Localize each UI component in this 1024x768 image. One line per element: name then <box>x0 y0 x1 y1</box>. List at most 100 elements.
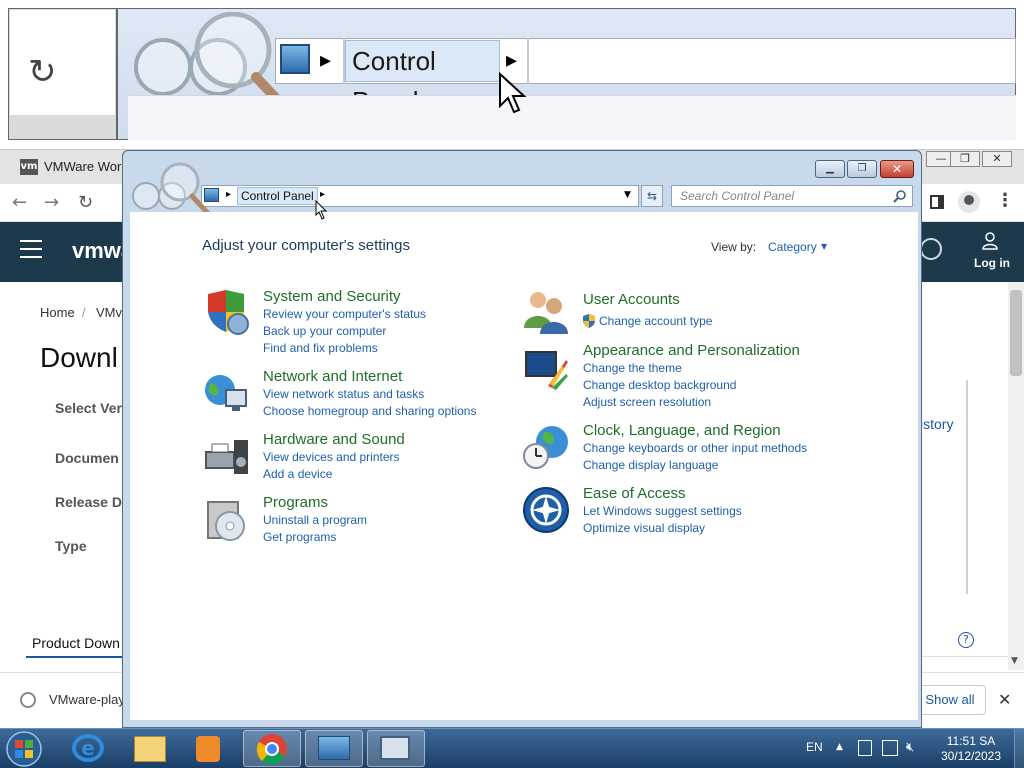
category-programs[interactable]: Programs <box>263 494 328 511</box>
show-all-button[interactable]: Show all <box>914 685 986 715</box>
shield-icon <box>208 290 249 335</box>
category-ease-of-access[interactable]: Ease of Access <box>583 485 686 502</box>
clock-globe-icon <box>523 426 568 469</box>
history-link[interactable]: istory <box>920 416 953 432</box>
network-icon[interactable] <box>882 740 898 756</box>
search-input[interactable]: Search Control Panel <box>671 185 913 207</box>
chevron-down-icon[interactable]: ▼ <box>624 190 631 200</box>
category-user-accounts[interactable]: User Accounts <box>583 291 680 308</box>
help-icon[interactable]: ? <box>958 632 974 648</box>
link-suggest-settings[interactable]: Let Windows suggest settings <box>583 504 742 518</box>
category-clock-language-region[interactable]: Clock, Language, and Region <box>583 422 781 439</box>
search-icon[interactable] <box>893 189 907 203</box>
link-devices-printers[interactable]: View devices and printers <box>263 450 400 464</box>
clock-date: 30/12/2023 <box>940 749 1002 763</box>
clock-time: 11:51 SA <box>946 734 996 748</box>
link-find-fix[interactable]: Find and fix problems <box>263 341 378 355</box>
printer-speaker-icon <box>205 440 248 474</box>
browser-menu-icon[interactable]: ⋮ <box>996 190 1014 211</box>
uac-shield-icon <box>583 314 595 328</box>
link-keyboards[interactable]: Change keyboards or other input methods <box>583 441 807 455</box>
installer-file-icon <box>20 692 36 708</box>
view-by-dropdown[interactable]: Category <box>768 240 817 254</box>
side-panel-icon[interactable] <box>930 195 944 209</box>
link-desktop-background[interactable]: Change desktop background <box>583 378 736 392</box>
link-uninstall[interactable]: Uninstall a program <box>263 513 367 527</box>
divider <box>966 380 968 594</box>
browser-close-button[interactable]: ✕ <box>982 151 1012 167</box>
breadcrumb-home[interactable]: Home <box>40 305 75 320</box>
start-button-icon[interactable] <box>4 731 44 767</box>
magnifier-browser-area <box>10 10 115 115</box>
chevron-down-icon[interactable]: ▼ <box>821 242 827 251</box>
field-label: Type <box>55 538 87 554</box>
profile-icon <box>964 195 974 205</box>
tab-underline <box>26 656 122 658</box>
browser-maximize-button[interactable]: ❐ <box>950 151 980 167</box>
folder-icon <box>134 736 166 762</box>
chrome-icon <box>256 734 287 765</box>
download-item[interactable]: VMware-play <box>49 692 125 707</box>
reload-icon: ↻ <box>28 52 57 92</box>
link-network-status[interactable]: View network status and tasks <box>263 387 424 401</box>
control-panel-icon <box>318 736 350 760</box>
internet-explorer-icon: e <box>72 734 104 762</box>
page-title: Downl <box>40 342 118 373</box>
action-center-icon[interactable] <box>858 740 872 756</box>
tab-product-downloads[interactable]: Product Down <box>32 635 120 651</box>
show-hidden-icons-icon[interactable]: ▲ <box>836 742 843 752</box>
browser-tab-title[interactable]: VMWare Work <box>44 159 128 174</box>
media-player-icon <box>196 736 220 762</box>
link-get-programs[interactable]: Get programs <box>263 530 336 544</box>
vmware-tab-icon: vm <box>20 159 38 175</box>
chevron-right-icon: ▸ <box>320 48 332 73</box>
link-homegroup[interactable]: Choose homegroup and sharing options <box>263 404 476 418</box>
language-indicator[interactable]: EN <box>806 740 823 754</box>
minimize-button[interactable]: ▁ <box>815 160 845 178</box>
breadcrumb-separator: / <box>82 305 86 320</box>
link-review-status[interactable]: Review your computer's status <box>263 307 426 321</box>
link-change-theme[interactable]: Change the theme <box>583 361 682 375</box>
paint-monitor-icon <box>525 351 568 390</box>
reload-icon[interactable]: ↻ <box>78 192 93 213</box>
link-add-device[interactable]: Add a device <box>263 467 332 481</box>
magnifier-window-body <box>128 95 1016 140</box>
category-appearance[interactable]: Appearance and Personalization <box>583 342 800 359</box>
close-button[interactable]: ✕ <box>880 160 914 178</box>
close-download-bar-icon[interactable]: ✕ <box>998 690 1011 709</box>
link-back-up[interactable]: Back up your computer <box>263 324 386 338</box>
breadcrumb-vmware[interactable]: VMv <box>96 305 122 320</box>
maximize-button[interactable]: ❐ <box>847 160 877 178</box>
link-change-account-type[interactable]: Change account type <box>599 314 712 328</box>
link-screen-resolution[interactable]: Adjust screen resolution <box>583 395 711 409</box>
clock[interactable]: 11:51 SA 30/12/2023 <box>940 734 1002 764</box>
network-globe-icon <box>205 375 247 411</box>
link-optimize-display[interactable]: Optimize visual display <box>583 521 705 535</box>
mouse-cursor-icon <box>499 72 527 114</box>
chevron-right-icon: ▸ <box>506 48 518 73</box>
volume-muted-icon[interactable]: 🔇︎ <box>906 740 914 755</box>
programs-disc-icon <box>207 501 245 541</box>
chevron-right-icon[interactable]: ▸ <box>320 189 325 200</box>
category-network-and-internet[interactable]: Network and Internet <box>263 368 402 385</box>
divider <box>920 656 1008 657</box>
login-button[interactable]: Log in <box>974 256 1010 270</box>
breadcrumb-control-panel[interactable]: Control Panel <box>237 187 318 205</box>
view-by-label: View by: <box>711 240 757 254</box>
magnifier-breadcrumb-control-panel: Control Panel <box>345 40 500 116</box>
link-display-language[interactable]: Change display language <box>583 458 718 472</box>
scrollbar-thumb[interactable] <box>1010 290 1022 376</box>
page-heading: Adjust your computer's settings <box>202 237 410 254</box>
refresh-button[interactable]: ⇆ <box>641 185 663 207</box>
user-icon <box>982 232 998 250</box>
scroll-down-icon[interactable]: ▼ <box>1011 656 1018 666</box>
category-hardware-and-sound[interactable]: Hardware and Sound <box>263 431 405 448</box>
forward-arrow-icon[interactable]: → <box>44 192 59 213</box>
category-system-and-security[interactable]: System and Security <box>263 288 401 305</box>
back-arrow-icon[interactable]: ← <box>12 192 27 213</box>
globe-icon[interactable] <box>920 238 942 260</box>
show-desktop-button[interactable] <box>1014 729 1024 768</box>
monitor-icon <box>380 736 410 760</box>
chevron-right-icon[interactable]: ▸ <box>226 189 231 200</box>
hamburger-menu-bar <box>20 248 42 250</box>
